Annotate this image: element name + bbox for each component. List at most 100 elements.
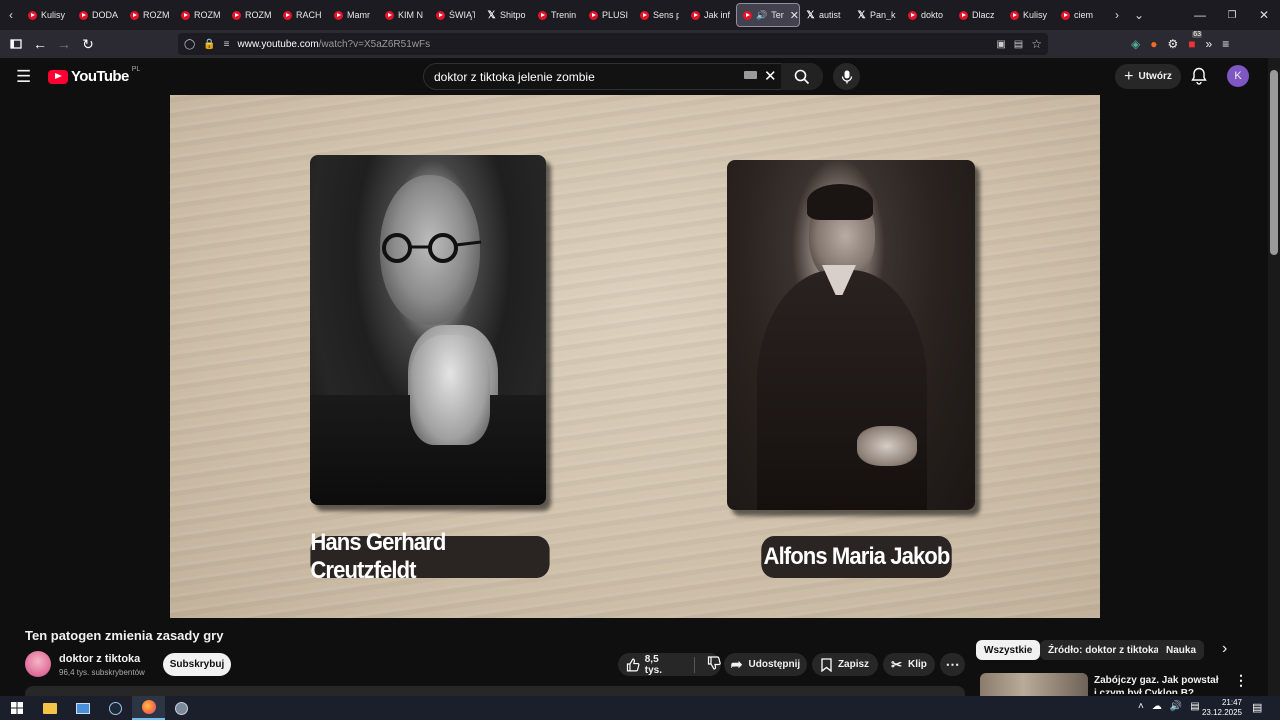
tab-13[interactable]: Jak inf bbox=[685, 3, 736, 27]
chip-all[interactable]: Wszystkie bbox=[976, 640, 1041, 660]
scrollbar-thumb[interactable] bbox=[1270, 70, 1278, 255]
computer-app-icon[interactable] bbox=[66, 696, 99, 720]
tab-18[interactable]: Dlacz bbox=[953, 3, 1004, 27]
network-icon[interactable]: ▤ bbox=[1190, 701, 1199, 712]
onedrive-icon[interactable]: ☁ bbox=[1152, 701, 1162, 712]
sidebar-toggle-icon[interactable] bbox=[4, 32, 28, 56]
tab-scroll-right-icon[interactable]: › bbox=[1106, 3, 1128, 27]
video-player[interactable]: Hans Gerhard Creutzfeldt Alfons Maria Ja… bbox=[170, 95, 1100, 618]
url-bar[interactable]: ◯ 🔒 ≡ www.youtube.com/watch?v=X5aZ6R51wF… bbox=[178, 33, 1048, 55]
voice-search-button[interactable] bbox=[833, 63, 860, 90]
back-icon[interactable]: ← bbox=[28, 32, 52, 56]
tab-list-dropdown-icon[interactable]: ⌄ bbox=[1128, 3, 1150, 27]
reader-view-icon[interactable]: ▤ bbox=[1014, 39, 1023, 50]
lock-icon[interactable]: 🔒 bbox=[203, 39, 215, 50]
tab-2[interactable]: ROZM bbox=[124, 3, 175, 27]
tab-9[interactable]: 𝕏 Shitpo bbox=[481, 3, 532, 27]
tab-0[interactable]: Kulisy bbox=[22, 3, 73, 27]
clip-button[interactable]: ✂ Klip bbox=[883, 653, 935, 676]
tab-label: Kulisy bbox=[41, 10, 66, 20]
recommended-menu-icon[interactable]: ⋮ bbox=[1234, 672, 1248, 689]
tab-6[interactable]: Mamr bbox=[328, 3, 379, 27]
file-explorer-icon[interactable] bbox=[33, 696, 66, 720]
country-code: PL bbox=[131, 66, 141, 73]
close-window-icon[interactable]: ✕ bbox=[1248, 3, 1280, 27]
notification-center-icon[interactable]: ▤ bbox=[1252, 701, 1262, 714]
forward-icon[interactable]: → bbox=[52, 32, 76, 56]
like-button[interactable]: 8,5 tys. bbox=[626, 654, 678, 676]
youtube-icon bbox=[130, 10, 139, 20]
more-actions-icon[interactable]: ⋯ bbox=[940, 653, 965, 676]
tab-1[interactable]: DODA bbox=[73, 3, 124, 27]
clear-search-icon[interactable]: ✕ bbox=[764, 67, 777, 85]
volume-icon[interactable]: 🔊 bbox=[1170, 701, 1182, 712]
subscribe-button[interactable]: Subskrybuj bbox=[163, 653, 231, 676]
tab-12[interactable]: Sens p bbox=[634, 3, 685, 27]
share-label: Udostępnij bbox=[748, 659, 801, 670]
tab-14[interactable]: 🔊 Ten ✕ bbox=[736, 3, 800, 27]
scissors-icon: ✂ bbox=[891, 656, 902, 672]
like-count: 8,5 tys. bbox=[644, 653, 662, 676]
shield-extension-icon[interactable]: ◈ bbox=[1131, 37, 1140, 51]
share-button[interactable]: ➦ Udostępnij bbox=[724, 653, 807, 676]
fox-extension-icon[interactable]: ● bbox=[1150, 37, 1157, 51]
dislike-button[interactable] bbox=[707, 656, 721, 673]
tab-19[interactable]: Kulisy bbox=[1004, 3, 1055, 27]
tab-7[interactable]: KIM N bbox=[379, 3, 430, 27]
tab-label: ROZM bbox=[194, 10, 220, 20]
channel-avatar[interactable] bbox=[25, 651, 51, 677]
tab-8[interactable]: ŚWIĄT bbox=[430, 3, 481, 27]
channel-name[interactable]: doktor z tiktoka bbox=[59, 653, 140, 665]
close-tab-icon[interactable]: ✕ bbox=[790, 9, 799, 22]
tab-11[interactable]: PLUSII bbox=[583, 3, 634, 27]
tab-label: Dlacz bbox=[972, 10, 995, 20]
tab-16[interactable]: 𝕏 Pan_k bbox=[851, 3, 902, 27]
ublock-extension-icon[interactable]: ■ 63 bbox=[1188, 31, 1203, 51]
search-input[interactable]: doktor z tiktoka jelenie zombie ✕ bbox=[423, 63, 823, 90]
bookmark-star-icon[interactable]: ☆ bbox=[1031, 37, 1042, 51]
hamburger-menu-icon[interactable]: ≡ bbox=[1222, 37, 1229, 51]
reload-icon[interactable]: ↻ bbox=[76, 32, 100, 56]
tab-3[interactable]: ROZM bbox=[175, 3, 226, 27]
guide-menu-icon[interactable]: ☰ bbox=[16, 67, 31, 87]
youtube-icon bbox=[1010, 10, 1019, 20]
tray-chevron-icon[interactable]: ˄ bbox=[1138, 701, 1144, 712]
minimize-window-icon[interactable]: — bbox=[1184, 3, 1216, 27]
tab-label: autist bbox=[819, 10, 841, 20]
audio-playing-icon[interactable]: 🔊 bbox=[756, 10, 767, 21]
permissions-icon[interactable]: ≡ bbox=[224, 39, 230, 50]
tab-10[interactable]: Trenin bbox=[532, 3, 583, 27]
tab-label: Trenin bbox=[551, 10, 577, 20]
tab-4[interactable]: ROZM bbox=[226, 3, 277, 27]
save-button[interactable]: Zapisz bbox=[812, 653, 878, 676]
extensions-icon[interactable]: ⚙ bbox=[1167, 37, 1178, 51]
x-icon: 𝕏 bbox=[806, 9, 815, 21]
page-scrollbar[interactable] bbox=[1268, 58, 1280, 696]
search-button[interactable] bbox=[781, 63, 823, 90]
tab-scroll-left-icon[interactable]: ‹ bbox=[0, 3, 22, 27]
recommended-title[interactable]: Zabójczy gaz. Jak powstał i czym był Cyk… bbox=[1094, 674, 1224, 694]
create-button[interactable]: + Utwórz bbox=[1115, 64, 1181, 89]
steam-icon[interactable] bbox=[99, 696, 132, 720]
tab-label: Ten bbox=[771, 10, 784, 20]
tab-20[interactable]: ciem bbox=[1055, 3, 1106, 27]
firefox-icon[interactable] bbox=[132, 696, 165, 720]
restore-window-icon[interactable]: ❐ bbox=[1216, 3, 1248, 27]
youtube-icon bbox=[1061, 10, 1070, 20]
tab-5[interactable]: RACH bbox=[277, 3, 328, 27]
overflow-menu-icon[interactable]: » bbox=[1206, 37, 1213, 51]
picture-in-picture-icon[interactable]: ▣ bbox=[996, 39, 1005, 50]
tab-15[interactable]: 𝕏autist bbox=[800, 3, 851, 27]
keyboard-icon[interactable] bbox=[744, 71, 757, 79]
chip-source[interactable]: Źródło: doktor z tiktoka bbox=[1040, 640, 1168, 660]
account-avatar[interactable]: K bbox=[1227, 65, 1249, 87]
chip-science[interactable]: Nauka bbox=[1158, 640, 1205, 660]
youtube-logo[interactable]: YouTube PL bbox=[48, 66, 141, 85]
app-tool-icon[interactable] bbox=[165, 696, 198, 720]
system-clock[interactable]: 21:47 23.12.2025 bbox=[1202, 696, 1242, 720]
start-windows-icon[interactable] bbox=[0, 696, 33, 720]
notifications-bell-icon[interactable] bbox=[1191, 67, 1207, 90]
tab-17[interactable]: dokto bbox=[902, 3, 953, 27]
tracking-protection-icon[interactable]: ◯ bbox=[184, 39, 195, 50]
chips-next-icon[interactable]: › bbox=[1222, 640, 1227, 658]
